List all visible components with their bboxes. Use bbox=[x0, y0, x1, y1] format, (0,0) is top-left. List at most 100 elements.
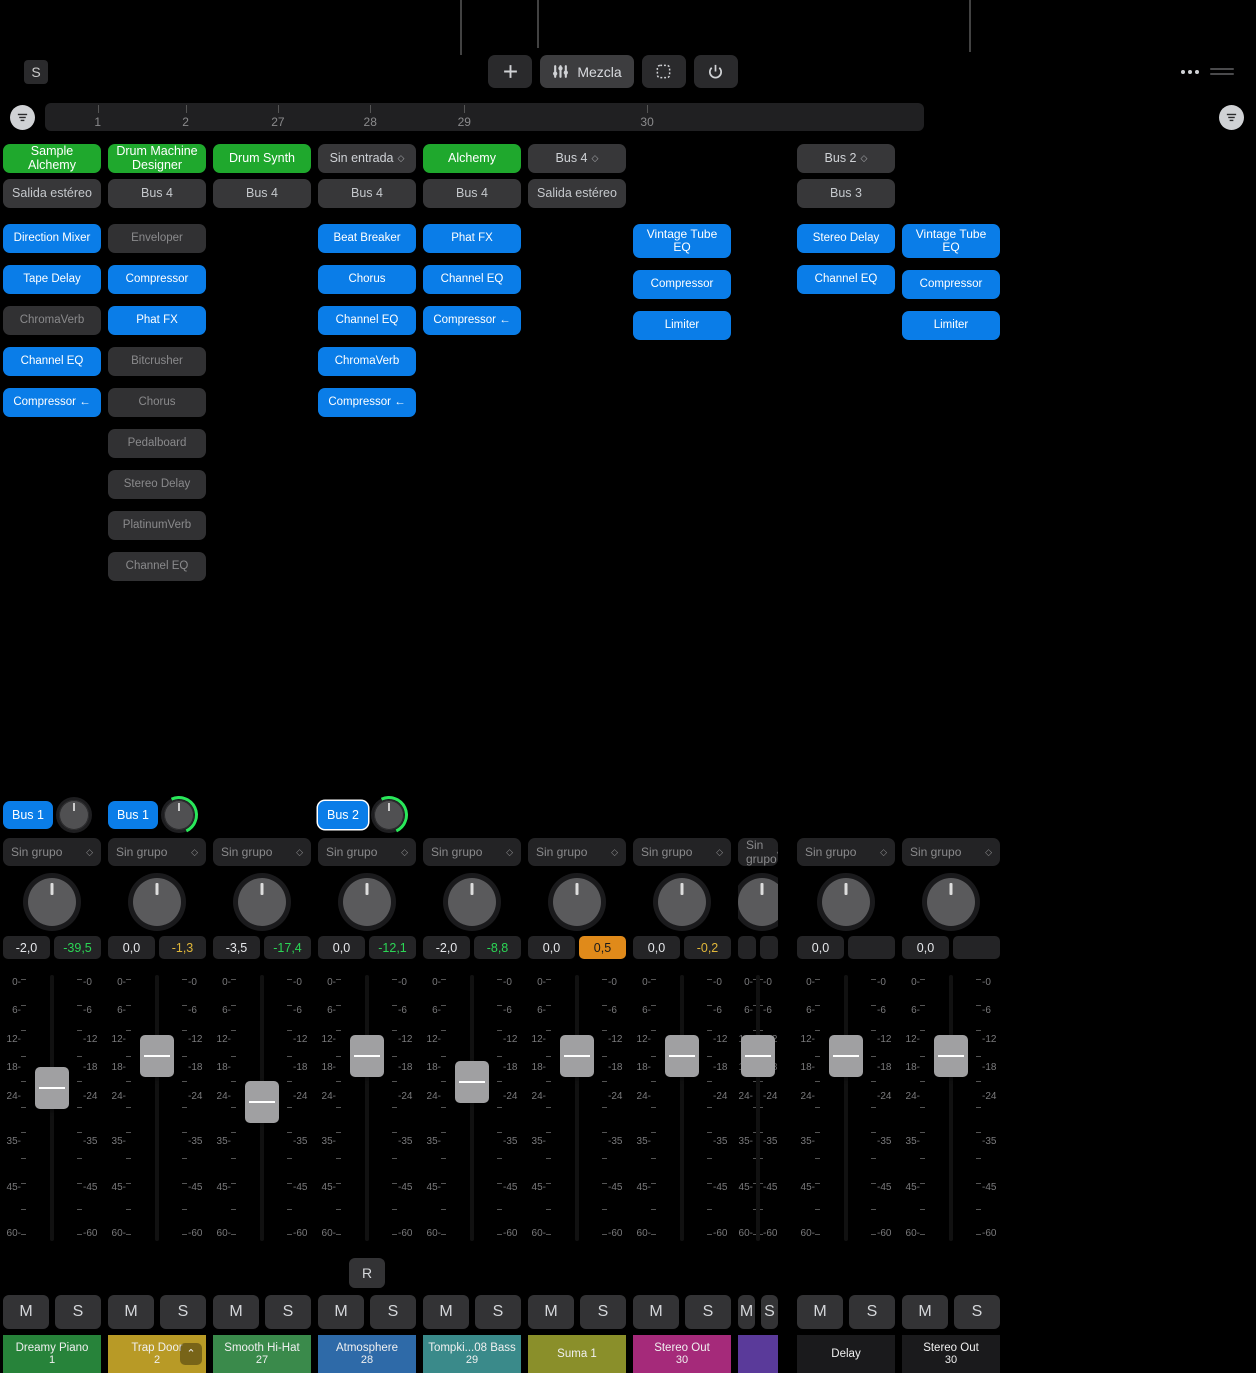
gain-value[interactable]: 0,0 bbox=[797, 936, 844, 959]
fader[interactable] bbox=[132, 973, 182, 1247]
send-slot[interactable]: Bus 1 bbox=[3, 801, 53, 829]
group-selector[interactable]: Sin grupo◇ bbox=[213, 838, 311, 866]
mute-button[interactable]: M bbox=[318, 1295, 364, 1329]
fader-cap[interactable] bbox=[455, 1061, 489, 1103]
track-label[interactable] bbox=[738, 1335, 778, 1373]
solo-button[interactable]: S bbox=[580, 1295, 626, 1329]
fader-cap[interactable] bbox=[350, 1035, 384, 1077]
drag-handle[interactable] bbox=[1210, 66, 1234, 78]
fx-slot[interactable]: Enveloper bbox=[108, 224, 206, 253]
fader[interactable] bbox=[821, 973, 871, 1247]
solo-button[interactable]: S bbox=[475, 1295, 521, 1329]
instrument-slot[interactable]: Bus 2◇ bbox=[797, 144, 895, 173]
fader-cap[interactable] bbox=[35, 1067, 69, 1109]
fader[interactable] bbox=[237, 973, 287, 1247]
solo-button[interactable]: S bbox=[685, 1295, 731, 1329]
fx-slot[interactable]: Channel EQ bbox=[423, 265, 521, 294]
solo-button[interactable]: S bbox=[160, 1295, 206, 1329]
output-slot[interactable]: Bus 4 bbox=[423, 179, 521, 208]
expand-button[interactable]: ⌃ bbox=[180, 1343, 202, 1365]
peak-value[interactable] bbox=[953, 936, 1000, 959]
fx-slot[interactable]: Compressor ← bbox=[423, 306, 521, 335]
fader[interactable] bbox=[447, 973, 497, 1247]
fx-slot[interactable]: Limiter bbox=[902, 311, 1000, 340]
fx-slot[interactable]: ChromaVerb bbox=[3, 306, 101, 335]
peak-value[interactable]: -12,1 bbox=[369, 936, 416, 959]
track-label[interactable]: Suma 1 bbox=[528, 1335, 626, 1373]
group-selector[interactable]: Sin grupo◇ bbox=[528, 838, 626, 866]
peak-value[interactable] bbox=[848, 936, 895, 959]
group-selector[interactable]: Sin grupo◇ bbox=[3, 838, 101, 866]
mute-button[interactable]: M bbox=[797, 1295, 843, 1329]
fx-slot[interactable]: Phat FX bbox=[423, 224, 521, 253]
gain-value[interactable]: -2,0 bbox=[423, 936, 470, 959]
fx-slot[interactable]: Channel EQ bbox=[318, 306, 416, 335]
solo-indicator[interactable]: S bbox=[24, 60, 48, 84]
record-button[interactable]: R bbox=[349, 1258, 385, 1288]
group-selector[interactable]: Sin grupo◇ bbox=[423, 838, 521, 866]
instrument-slot[interactable]: Drum Synth bbox=[213, 144, 311, 173]
gain-value[interactable]: -3,5 bbox=[213, 936, 260, 959]
send-knob[interactable] bbox=[59, 800, 89, 830]
fader-cap[interactable] bbox=[665, 1035, 699, 1077]
selection-button[interactable] bbox=[642, 55, 686, 88]
mute-button[interactable]: M bbox=[528, 1295, 574, 1329]
fx-slot[interactable]: Chorus bbox=[318, 265, 416, 294]
send-knob[interactable] bbox=[164, 800, 194, 830]
fx-slot[interactable]: Stereo Delay bbox=[797, 224, 895, 253]
more-button[interactable] bbox=[1178, 60, 1202, 84]
group-selector[interactable]: Sin grupo◇ bbox=[738, 838, 778, 866]
fx-slot[interactable]: Compressor ← bbox=[318, 388, 416, 417]
peak-value[interactable]: -17,4 bbox=[264, 936, 311, 959]
fx-slot[interactable]: Vintage Tube EQ bbox=[902, 224, 1000, 258]
timeline-ruler[interactable]: 1227282930 bbox=[45, 103, 924, 131]
track-label[interactable]: Stereo Out30 bbox=[902, 1335, 1000, 1373]
fader-cap[interactable] bbox=[934, 1035, 968, 1077]
pan-knob[interactable] bbox=[738, 878, 778, 926]
fader-cap[interactable] bbox=[741, 1035, 775, 1077]
instrument-slot[interactable]: Sin entrada◇ bbox=[318, 144, 416, 173]
pan-knob[interactable] bbox=[28, 878, 76, 926]
fader[interactable] bbox=[27, 973, 77, 1247]
gain-value[interactable]: 0,0 bbox=[318, 936, 365, 959]
fx-slot[interactable]: Vintage Tube EQ bbox=[633, 224, 731, 258]
pan-knob[interactable] bbox=[822, 878, 870, 926]
fader-cap[interactable] bbox=[560, 1035, 594, 1077]
fx-slot[interactable]: Channel EQ bbox=[108, 552, 206, 581]
peak-value[interactable]: -1,3 bbox=[159, 936, 206, 959]
gain-value[interactable]: -2,0 bbox=[3, 936, 50, 959]
fx-slot[interactable]: Pedalboard bbox=[108, 429, 206, 458]
solo-button[interactable]: S bbox=[954, 1295, 1000, 1329]
gain-value[interactable]: 0,0 bbox=[633, 936, 680, 959]
fader-cap[interactable] bbox=[140, 1035, 174, 1077]
mute-button[interactable]: M bbox=[213, 1295, 259, 1329]
fx-slot[interactable]: ChromaVerb bbox=[318, 347, 416, 376]
solo-button[interactable]: S bbox=[849, 1295, 895, 1329]
instrument-slot[interactable]: Sample Alchemy bbox=[3, 144, 101, 173]
output-slot[interactable]: Bus 4 bbox=[108, 179, 206, 208]
fader[interactable] bbox=[926, 973, 976, 1247]
fx-slot[interactable]: Beat Breaker bbox=[318, 224, 416, 253]
track-label[interactable]: Smooth Hi-Hat27 bbox=[213, 1335, 311, 1373]
gain-value[interactable]: 0,0 bbox=[528, 936, 575, 959]
filter-button-right[interactable] bbox=[1219, 105, 1244, 130]
send-knob[interactable] bbox=[374, 800, 404, 830]
send-slot[interactable]: Bus 1 bbox=[108, 801, 158, 829]
mute-button[interactable]: M bbox=[902, 1295, 948, 1329]
fader-cap[interactable] bbox=[829, 1035, 863, 1077]
output-slot[interactable]: Bus 4 bbox=[318, 179, 416, 208]
pan-knob[interactable] bbox=[343, 878, 391, 926]
output-slot[interactable]: Bus 3 bbox=[797, 179, 895, 208]
mute-button[interactable]: M bbox=[3, 1295, 49, 1329]
fx-slot[interactable]: Compressor ← bbox=[3, 388, 101, 417]
mute-button[interactable]: M bbox=[738, 1295, 755, 1329]
instrument-slot[interactable]: Drum Machine Designer bbox=[108, 144, 206, 173]
pan-knob[interactable] bbox=[238, 878, 286, 926]
fx-slot[interactable]: Phat FX bbox=[108, 306, 206, 335]
track-label[interactable]: Atmosphere28 bbox=[318, 1335, 416, 1373]
group-selector[interactable]: Sin grupo◇ bbox=[318, 838, 416, 866]
fx-slot[interactable]: Compressor bbox=[633, 270, 731, 299]
pan-knob[interactable] bbox=[658, 878, 706, 926]
output-slot[interactable]: Bus 4 bbox=[213, 179, 311, 208]
fx-slot[interactable]: Limiter bbox=[633, 311, 731, 340]
